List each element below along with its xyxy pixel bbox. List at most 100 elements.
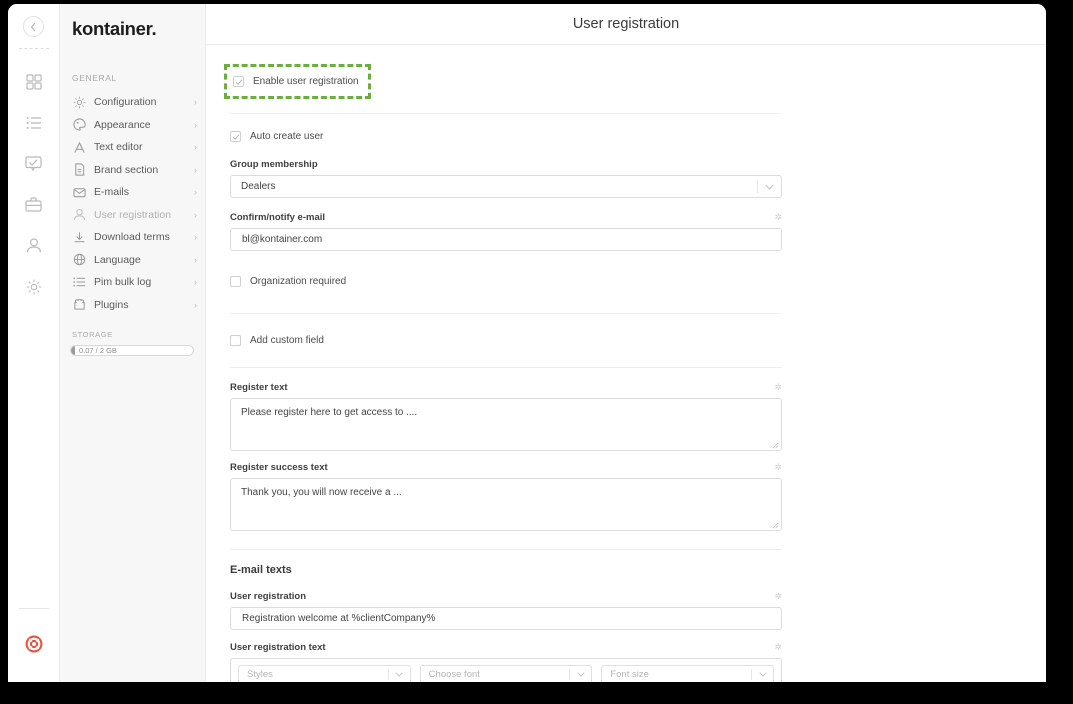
register-text-field: Register text ✲ Please register here to …: [230, 382, 782, 451]
enable-user-registration-row[interactable]: Enable user registration: [233, 76, 359, 87]
user-registration-subject-label: User registration: [230, 591, 307, 602]
font-size-select[interactable]: Font size: [601, 665, 775, 682]
rail-item-lists[interactable]: [14, 102, 54, 143]
checkmark-icon: [235, 78, 242, 85]
rail-item-users[interactable]: [14, 225, 54, 266]
sidebar-item-appearance[interactable]: Appearance ›: [60, 114, 205, 137]
sidebar-item-download-terms[interactable]: Download terms ›: [60, 226, 205, 249]
user-registration-subject-input[interactable]: Registration welcome at %clientCompany%: [230, 607, 782, 630]
chevron-right-icon: ›: [194, 164, 197, 175]
checkmark-icon: [232, 133, 239, 140]
support-button[interactable]: [14, 623, 54, 664]
add-custom-field-label: Add custom field: [250, 335, 324, 346]
styles-select-placeholder: Styles: [247, 669, 273, 680]
chevron-right-icon: ›: [194, 277, 197, 288]
group-membership-select[interactable]: Dealers: [230, 175, 782, 198]
chevron-left-icon: [30, 22, 36, 31]
auto-create-user-checkbox[interactable]: [230, 131, 241, 142]
styles-select[interactable]: Styles: [238, 665, 411, 682]
group-membership-field: Group membership Dealers: [230, 159, 782, 198]
group-membership-label: Group membership: [230, 159, 318, 170]
chevron-right-icon: ›: [194, 187, 197, 198]
sidebar-item-configuration[interactable]: Configuration ›: [60, 91, 205, 114]
rich-text-editor: Styles Choose font Font size: [230, 658, 782, 682]
rail-divider: [18, 48, 49, 49]
download-icon: [72, 230, 86, 244]
storage-usage-text: 0.07 / 2 GB: [79, 346, 117, 355]
add-custom-field-row[interactable]: Add custom field: [230, 335, 782, 346]
required-marker-icon: ✲: [774, 462, 782, 472]
confirm-notify-email-label: Confirm/notify e-mail: [230, 212, 326, 223]
sidebar-item-label: E-mails: [94, 186, 130, 199]
storage-progress-fill: [71, 346, 75, 355]
register-success-text-textarea[interactable]: Thank you, you will now receive a ...: [230, 478, 782, 531]
chevron-down-icon[interactable]: [757, 180, 781, 193]
sidebar-item-pim-bulk-log[interactable]: Pim bulk log ›: [60, 271, 205, 294]
font-a-icon: [72, 140, 86, 154]
storage-label: STORAGE: [72, 330, 113, 339]
grid-dashboard-icon: [25, 73, 42, 90]
gear-icon: [72, 95, 86, 109]
required-marker-icon: ✲: [774, 642, 782, 652]
list-icon: [72, 275, 86, 289]
rail-item-messages[interactable]: [14, 143, 54, 184]
organization-required-label: Organization required: [250, 276, 347, 287]
page-title: User registration: [572, 16, 680, 32]
rail-item-portfolio[interactable]: [14, 184, 54, 225]
resize-handle-icon[interactable]: [772, 442, 779, 449]
user-registration-form: Enable user registration Auto create use…: [224, 45, 782, 682]
briefcase-icon: [25, 197, 42, 212]
auto-create-user-label: Auto create user: [250, 131, 324, 142]
required-marker-icon: ✲: [774, 212, 782, 222]
collapse-sidebar-button[interactable]: [23, 16, 44, 37]
confirm-notify-email-input[interactable]: bl@kontainer.com: [230, 228, 782, 251]
user-registration-text-field: User registration text ✲ Styles Choose f…: [230, 642, 782, 682]
main-area: User registration Enable user registrati…: [206, 4, 1046, 682]
confirm-notify-email-field: Confirm/notify e-mail ✲ bl@kontainer.com: [230, 212, 782, 251]
sidebar-item-label: Configuration: [94, 96, 157, 109]
register-success-text-value: Thank you, you will now receive a ...: [241, 487, 402, 498]
chevron-right-icon: ›: [194, 299, 197, 310]
sidebar-item-language[interactable]: Language ›: [60, 249, 205, 272]
auto-create-user-row[interactable]: Auto create user: [230, 131, 782, 142]
sidebar-item-e-mails[interactable]: E-mails ›: [60, 181, 205, 204]
list-icon: [26, 116, 41, 129]
document-icon: [72, 163, 86, 177]
rail-item-dashboard[interactable]: [14, 61, 54, 102]
rail-item-settings[interactable]: [14, 266, 54, 307]
resize-handle-icon[interactable]: [772, 522, 779, 529]
chevron-right-icon: ›: [194, 97, 197, 108]
enable-user-registration-checkbox[interactable]: [233, 76, 244, 87]
add-custom-field-checkbox[interactable]: [230, 335, 241, 346]
user-registration-subject-value: Registration welcome at %clientCompany%: [242, 613, 436, 624]
sidebar-item-label: Pim bulk log: [94, 276, 152, 289]
chevron-right-icon: ›: [194, 209, 197, 220]
register-success-text-label: Register success text: [230, 462, 328, 473]
enable-user-registration-label: Enable user registration: [253, 76, 359, 87]
storage-progress-bar: 0.07 / 2 GB: [70, 345, 194, 356]
sidebar-item-brand-section[interactable]: Brand section ›: [60, 159, 205, 182]
sidebar-item-plugins[interactable]: Plugins ›: [60, 294, 205, 317]
register-text-value: Please register here to get access to ..…: [241, 407, 418, 418]
sidebar-item-text-editor[interactable]: Text editor ›: [60, 136, 205, 159]
sidebar-item-label: Language: [94, 253, 141, 266]
brand-logo: kontainer.: [72, 18, 157, 39]
chevron-right-icon: ›: [194, 119, 197, 130]
sidebar-item-label: User registration: [94, 208, 172, 221]
font-select[interactable]: Choose font: [419, 665, 593, 682]
organization-required-row[interactable]: Organization required: [230, 276, 782, 287]
content-scroll-area: Enable user registration Auto create use…: [206, 45, 1046, 682]
screenshot-root: kontainer. GENERAL Configuration › Appea…: [0, 0, 1073, 704]
sidebar-item-user-registration[interactable]: User registration ›: [60, 204, 205, 227]
chevron-down-icon[interactable]: [751, 669, 773, 680]
chevron-down-icon[interactable]: [569, 669, 591, 680]
chevron-right-icon: ›: [194, 232, 197, 243]
organization-required-checkbox[interactable]: [230, 276, 241, 287]
chevron-down-icon[interactable]: [387, 669, 410, 680]
register-text-textarea[interactable]: Please register here to get access to ..…: [230, 398, 782, 451]
icon-rail: [8, 4, 60, 682]
chevron-right-icon: ›: [194, 142, 197, 153]
editor-select-row: Styles Choose font Font size: [238, 665, 775, 682]
font-size-select-placeholder: Font size: [610, 669, 649, 680]
user-registration-subject-field: User registration ✲ Registration welcome…: [230, 591, 782, 630]
